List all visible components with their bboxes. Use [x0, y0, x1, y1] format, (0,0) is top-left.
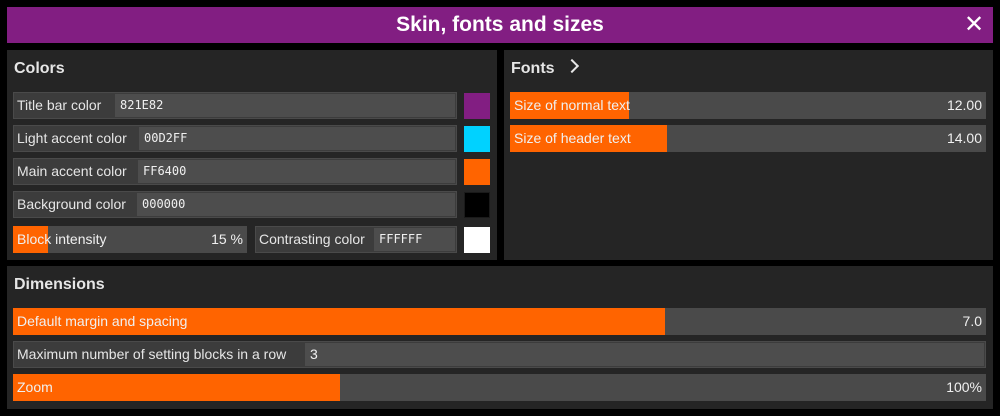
light-accent-color-input[interactable]: 00D2FF: [139, 127, 455, 150]
title-bar-color-field[interactable]: Title bar color 821E82: [13, 92, 457, 119]
fonts-panel: Fonts Size of normal text 12.00 Size of …: [504, 50, 993, 260]
header-text-size-value: 14.00: [946, 130, 982, 146]
main-accent-color-label: Main accent color: [17, 163, 127, 179]
light-accent-color-swatch[interactable]: [464, 126, 490, 152]
light-accent-color-label: Light accent color: [17, 130, 127, 146]
contrasting-color-label: Contrasting color: [259, 231, 365, 247]
dimensions-panel-title: Dimensions: [14, 276, 105, 293]
zoom-value: 100%: [946, 379, 982, 395]
fonts-panel-title-text: Fonts: [511, 60, 555, 77]
fonts-panel-title[interactable]: Fonts: [511, 58, 580, 78]
zoom-label: Zoom: [17, 379, 53, 395]
margin-spacing-slider[interactable]: Default margin and spacing 7.0: [13, 308, 986, 335]
chevron-right-icon: [564, 58, 580, 74]
normal-text-size-slider[interactable]: Size of normal text 12.00: [510, 92, 986, 119]
normal-text-size-value: 12.00: [946, 97, 982, 113]
colors-panel: Colors Title bar color 821E82 Light acce…: [7, 50, 497, 260]
window-title: Skin, fonts and sizes: [396, 13, 604, 36]
max-blocks-field[interactable]: Maximum number of setting blocks in a ro…: [13, 341, 986, 368]
close-icon[interactable]: ✕: [959, 10, 989, 40]
block-intensity-label: Block intensity: [17, 231, 107, 247]
header-text-size-label: Size of header text: [514, 130, 631, 146]
header-text-size-slider[interactable]: Size of header text 14.00: [510, 125, 986, 152]
dimensions-panel: Dimensions Default margin and spacing 7.…: [7, 266, 993, 409]
background-color-field[interactable]: Background color 000000: [13, 191, 457, 218]
normal-text-size-label: Size of normal text: [514, 97, 630, 113]
colors-panel-title: Colors: [14, 60, 65, 77]
max-blocks-input[interactable]: 3: [305, 343, 984, 366]
contrasting-color-swatch[interactable]: [464, 227, 490, 253]
contrasting-color-field[interactable]: Contrasting color FFFFFF: [255, 226, 457, 253]
max-blocks-label: Maximum number of setting blocks in a ro…: [17, 346, 287, 362]
block-intensity-value: 15 %: [211, 231, 243, 247]
margin-spacing-value: 7.0: [962, 313, 982, 329]
margin-spacing-label: Default margin and spacing: [17, 313, 188, 329]
contrasting-color-input[interactable]: FFFFFF: [374, 228, 455, 251]
zoom-fill: [13, 374, 340, 401]
background-color-swatch[interactable]: [464, 192, 490, 218]
title-bar-color-input[interactable]: 821E82: [115, 94, 455, 117]
main-accent-color-field[interactable]: Main accent color FF6400: [13, 158, 457, 185]
main-accent-color-input[interactable]: FF6400: [138, 160, 455, 183]
title-bar-color-swatch[interactable]: [464, 93, 490, 119]
background-color-input[interactable]: 000000: [137, 193, 455, 216]
block-intensity-slider[interactable]: Block intensity 15 %: [13, 226, 247, 253]
background-color-label: Background color: [17, 196, 126, 212]
title-bar-color-label: Title bar color: [17, 97, 102, 113]
light-accent-color-field[interactable]: Light accent color 00D2FF: [13, 125, 457, 152]
title-bar: Skin, fonts and sizes ✕: [7, 7, 993, 43]
zoom-slider[interactable]: Zoom 100%: [13, 374, 986, 401]
main-accent-color-swatch[interactable]: [464, 159, 490, 185]
